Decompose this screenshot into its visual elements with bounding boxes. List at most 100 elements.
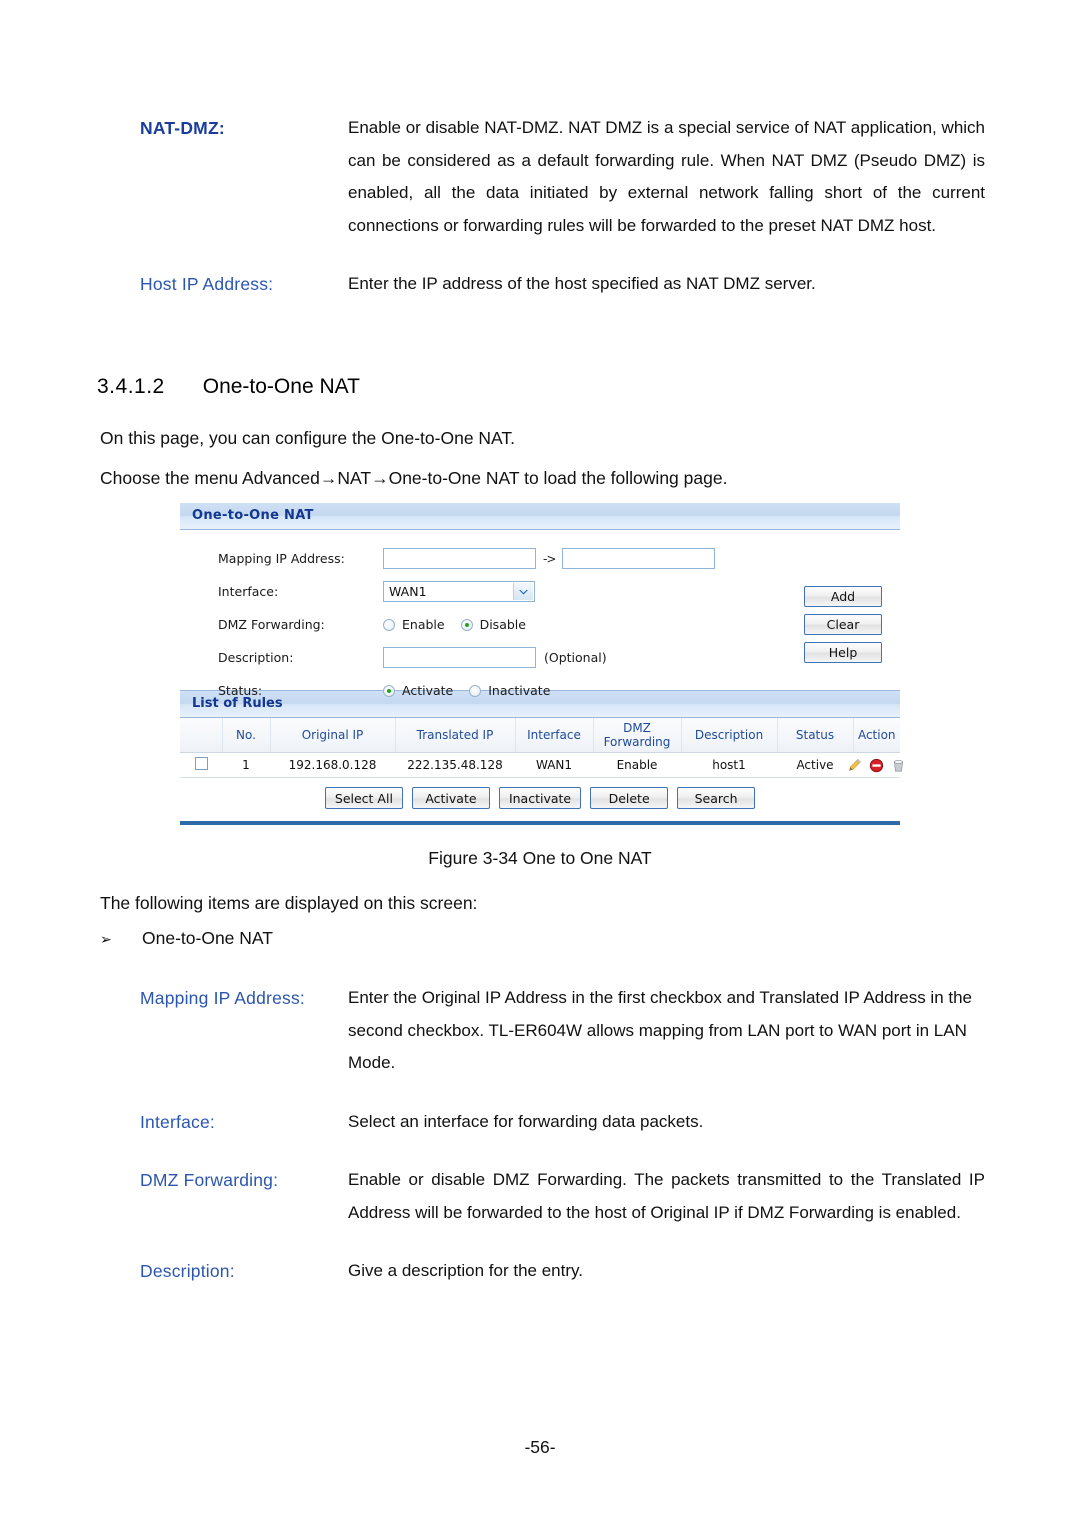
add-button[interactable]: Add bbox=[804, 586, 882, 607]
definition-row-nat-dmz: NAT-DMZ: Enable or disable NAT-DMZ. NAT … bbox=[140, 112, 985, 242]
delete-button[interactable]: Delete bbox=[590, 787, 669, 809]
rules-table-header-row: No. Original IP Translated IP Interface … bbox=[180, 718, 900, 753]
column-header-translated-ip: Translated IP bbox=[395, 718, 516, 753]
page-number: -56- bbox=[524, 1437, 556, 1457]
status-inactivate-label: Inactivate bbox=[488, 683, 551, 698]
status-radio-group: Activate Inactivate bbox=[383, 683, 566, 698]
dmz-forwarding-disable-label: Disable bbox=[479, 617, 526, 632]
mapping-ip-original-input[interactable] bbox=[383, 548, 536, 569]
definition-row-mapping-ip-address: Mapping IP Address: Enter the Original I… bbox=[140, 982, 985, 1080]
rules-action-bar: Select All Activate Inactivate Delete Se… bbox=[180, 778, 900, 819]
definition-body-dmz-forwarding: Enable or disable DMZ Forwarding. The pa… bbox=[348, 1170, 985, 1222]
panel-header-one-to-one-nat: One-to-One NAT bbox=[180, 503, 900, 530]
dmz-forwarding-radio-group: Enable Disable bbox=[383, 617, 542, 632]
row-checkbox-cell[interactable] bbox=[180, 752, 222, 778]
definition-row-description: Description: Give a description for the … bbox=[140, 1255, 985, 1288]
figure-bottom-rule bbox=[180, 821, 900, 825]
column-header-dmz-forwarding: DMZ Forwarding bbox=[593, 718, 682, 753]
form-row-dmz-forwarding: DMZ Forwarding: Enable Disable bbox=[180, 608, 900, 641]
definition-row-interface: Interface: Select an interface for forwa… bbox=[140, 1106, 985, 1139]
definition-list-top: NAT-DMZ: Enable or disable NAT-DMZ. NAT … bbox=[140, 112, 985, 327]
definition-body-description: Give a description for the entry. bbox=[348, 1261, 583, 1280]
bullet-label: One-to-One NAT bbox=[142, 928, 273, 948]
edit-pencil-icon[interactable] bbox=[847, 758, 862, 773]
mapping-ip-label: Mapping IP Address: bbox=[218, 551, 345, 566]
intro-paragraph-1: On this page, you can configure the One-… bbox=[100, 428, 516, 448]
row-translated-ip: 222.135.48.128 bbox=[395, 752, 515, 778]
column-header-original-ip: Original IP bbox=[270, 718, 396, 753]
screen-items-intro: The following items are displayed on thi… bbox=[100, 893, 478, 913]
dmz-forwarding-enable-option[interactable]: Enable bbox=[383, 617, 445, 632]
inactivate-button[interactable]: Inactivate bbox=[498, 787, 582, 809]
table-row: 1 192.168.0.128 222.135.48.128 WAN1 Enab… bbox=[180, 752, 903, 778]
definition-body-nat-dmz: Enable or disable NAT-DMZ. NAT DMZ is a … bbox=[348, 118, 985, 235]
mapping-ip-translated-input[interactable] bbox=[562, 548, 716, 569]
clear-button[interactable]: Clear bbox=[804, 614, 882, 635]
interface-label: Interface: bbox=[218, 584, 279, 599]
router-ui-figure: One-to-One NAT Mapping IP Address: -> In… bbox=[180, 503, 903, 825]
disable-icon[interactable] bbox=[869, 758, 884, 773]
select-all-button[interactable]: Select All bbox=[324, 787, 403, 809]
description-optional-note: (Optional) bbox=[544, 650, 607, 665]
row-interface: WAN1 bbox=[515, 752, 593, 778]
mapping-arrow-label: -> bbox=[543, 551, 556, 566]
intro-paragraph-2: Choose the menu Advanced→NAT→One-to-One … bbox=[100, 468, 728, 488]
bullet-one-to-one-nat: ➢ One-to-One NAT bbox=[100, 928, 273, 949]
form-row-interface: Interface: WAN1 bbox=[180, 575, 900, 608]
column-header-no: No. bbox=[222, 718, 271, 753]
activate-button[interactable]: Activate bbox=[411, 787, 490, 809]
help-button[interactable]: Help bbox=[804, 642, 882, 663]
definition-term-host-ip-address: Host IP Address: bbox=[140, 274, 274, 294]
definition-term-mapping-ip-address: Mapping IP Address: bbox=[140, 988, 305, 1008]
page-title: One-to-One NAT bbox=[202, 375, 360, 398]
radio-unselected-icon[interactable] bbox=[469, 684, 482, 697]
delete-trash-icon[interactable] bbox=[891, 758, 906, 773]
row-no: 1 bbox=[222, 752, 270, 778]
status-inactivate-option[interactable]: Inactivate bbox=[469, 683, 550, 698]
dmz-forwarding-label: DMZ Forwarding: bbox=[218, 617, 325, 632]
document-page: NAT-DMZ: Enable or disable NAT-DMZ. NAT … bbox=[0, 0, 1080, 1527]
radio-selected-icon[interactable] bbox=[460, 618, 473, 631]
radio-unselected-icon[interactable] bbox=[383, 618, 395, 631]
status-activate-label: Activate bbox=[402, 683, 454, 698]
row-original-ip: 192.168.0.128 bbox=[270, 752, 395, 778]
status-label: Status: bbox=[218, 683, 263, 698]
figure-caption: Figure 3-34 One to One NAT bbox=[428, 848, 652, 868]
definition-term-interface: Interface: bbox=[140, 1111, 215, 1132]
description-label: Description: bbox=[218, 650, 294, 665]
definition-body-host-ip-address: Enter the IP address of the host specifi… bbox=[348, 274, 816, 293]
row-dmz-forwarding: Enable bbox=[593, 752, 681, 778]
form-row-status: Status: Activate Inactivate bbox=[180, 674, 900, 707]
column-header-description: Description bbox=[681, 718, 778, 753]
section-number: 3.4.1.2 bbox=[97, 375, 165, 398]
column-header-action: Action bbox=[853, 718, 900, 753]
chevron-down-icon[interactable] bbox=[513, 583, 533, 600]
definition-body-interface: Select an interface for forwarding data … bbox=[348, 1111, 704, 1131]
interface-select-value: WAN1 bbox=[389, 584, 427, 599]
row-actions-cell bbox=[849, 752, 903, 778]
definition-body-mapping-ip-address: Enter the Original IP Address in the fir… bbox=[348, 988, 973, 1072]
interface-select[interactable]: WAN1 bbox=[383, 581, 535, 602]
form-row-description: Description: (Optional) bbox=[180, 641, 900, 674]
status-activate-option[interactable]: Activate bbox=[383, 683, 453, 698]
definition-row-host-ip-address: Host IP Address: Enter the IP address of… bbox=[140, 268, 985, 301]
form-side-buttons: Add Clear Help bbox=[804, 586, 882, 663]
search-button[interactable]: Search bbox=[677, 787, 756, 809]
definition-term-nat-dmz: NAT-DMZ: bbox=[140, 118, 225, 138]
description-input[interactable] bbox=[383, 647, 536, 668]
section-heading: 3.4.1.2 One-to-One NAT bbox=[97, 375, 360, 399]
column-header-status: Status bbox=[777, 718, 854, 753]
column-header-interface: Interface bbox=[515, 718, 594, 753]
definition-term-description: Description: bbox=[140, 1261, 235, 1281]
definition-list-bottom: Mapping IP Address: Enter the Original I… bbox=[140, 982, 985, 1314]
column-header-checkbox bbox=[180, 718, 223, 753]
definition-row-dmz-forwarding: DMZ Forwarding: Enable or disable DMZ Fo… bbox=[140, 1164, 985, 1229]
row-description: host1 bbox=[681, 752, 777, 778]
dmz-forwarding-disable-option[interactable]: Disable bbox=[460, 617, 526, 632]
form-row-mapping-ip: Mapping IP Address: -> bbox=[180, 542, 900, 575]
definition-term-dmz-forwarding: DMZ Forwarding: bbox=[140, 1170, 279, 1190]
row-checkbox[interactable] bbox=[194, 757, 208, 770]
radio-selected-icon[interactable] bbox=[383, 684, 395, 697]
bullet-marker-icon: ➢ bbox=[100, 932, 112, 948]
row-status: Active bbox=[777, 752, 853, 778]
